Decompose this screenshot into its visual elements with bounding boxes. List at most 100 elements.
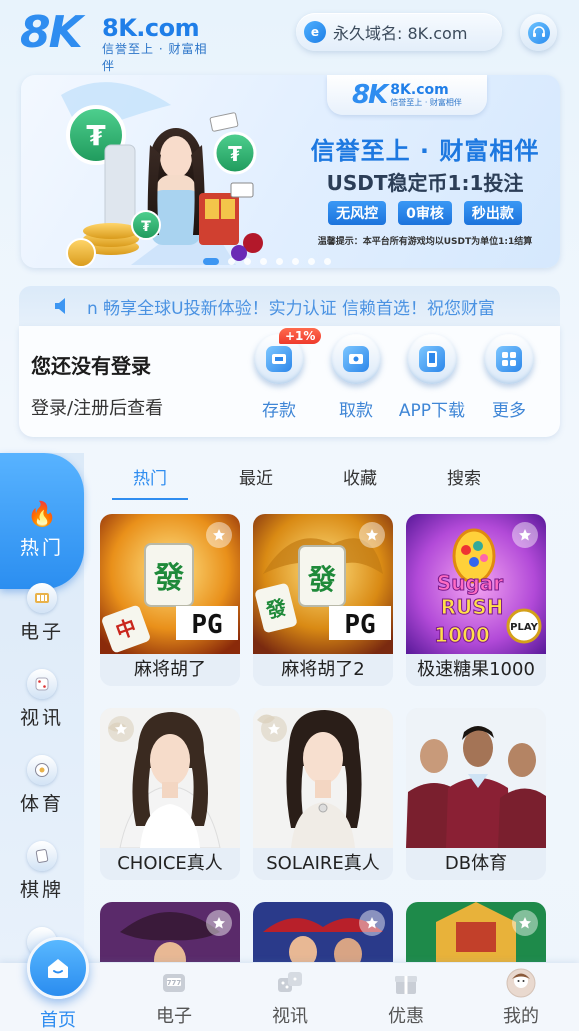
category-label: 视讯 [19,707,64,729]
banner-subline: USDT稳定币1:1投注 [326,171,524,195]
deposit-button[interactable]: +1% 存款 [244,328,322,434]
browser-e-icon: e [304,21,326,43]
brand-logo[interactable]: 8K 8K.com 信誉至上 · 财富相伴 [20,8,220,74]
category-slots[interactable]: 电子 [0,577,84,657]
app-download-icon [419,346,445,372]
favorite-star-icon[interactable] [512,910,538,936]
game-thumbnail [406,708,546,848]
svg-text:1000: 1000 [434,623,490,647]
bottom-tab-promotions[interactable]: 优惠 [361,963,451,1031]
svg-text:發: 發 [153,561,184,596]
logo-slogan: 信誉至上 · 财富相伴 [102,42,208,73]
category-hot[interactable]: 🔥 热门 [0,453,84,589]
deposit-icon [266,346,292,372]
game-name: 麻将胡了2 [253,654,393,686]
app-download-button[interactable]: APP下载 [395,334,469,434]
game-name: 极速糖果1000 [406,654,546,686]
svg-text:₮: ₮ [86,119,106,152]
banner-dot[interactable] [292,258,299,265]
account-card: 您还没有登录 登录/注册后查看 +1% 存款 取款 APP下载 更多 [19,326,560,437]
game-name: CHOICE真人 [100,848,240,880]
svg-text:Sugar: Sugar [437,571,503,595]
more-label: 更多 [492,401,526,421]
customer-service-button[interactable] [520,14,557,51]
cards-icon [27,841,57,871]
more-button[interactable]: 更多 [474,334,544,434]
banner-logo: 8K 8K.com 信誉至上 · 财富相伴 [327,75,487,115]
bottom-tab-label: 首页 [40,1010,76,1031]
bottom-tab-label: 我的 [503,1006,539,1027]
bottom-tab-slots[interactable]: 777 电子 [129,963,219,1031]
game-card-choice-live[interactable]: CHOICE真人 [100,708,240,880]
favorite-star-icon[interactable] [359,910,385,936]
game-name: SOLAIRE真人 [253,848,393,880]
banner-dot[interactable] [276,258,283,265]
withdraw-button[interactable]: 取款 [321,334,391,434]
game-name: 麻将胡了 [100,654,240,686]
category-cards[interactable]: 棋牌 [0,835,84,915]
announcement-marquee[interactable]: n 畅享全球U投新体验！实力认证 信赖首选！祝您财富 [19,286,560,326]
favorite-star-icon[interactable] [512,522,538,548]
banner-dot[interactable] [228,258,235,265]
announcement-text: n 畅享全球U投新体验！实力认证 信赖首选！祝您财富 [87,298,496,319]
game-card-partial[interactable] [100,902,240,962]
favorite-star-icon[interactable] [108,716,134,742]
withdraw-icon [343,346,369,372]
bottom-tab-live[interactable]: 视讯 [245,963,335,1031]
tab-favorites[interactable]: 收藏 [310,464,410,489]
favorite-star-icon[interactable] [206,522,232,548]
dice-icon [274,967,306,999]
banner-logo-slogan: 信誉至上 · 财富相伴 [390,97,462,107]
svg-text:發: 發 [307,563,336,596]
category-sports[interactable]: 体育 [0,749,84,829]
game-tabs: 热门 最近 收藏 搜索 [98,458,518,500]
banner-dot-active[interactable] [203,258,219,265]
domain-label: 永久域名: 8K.com [333,24,468,43]
banner-dot[interactable] [260,258,267,265]
game-card-partial[interactable] [406,902,546,962]
dice-icon [27,669,57,699]
withdraw-label: 取款 [339,401,373,421]
tab-recent[interactable]: 最近 [206,464,306,489]
game-card-mahjong-ways[interactable]: 發 中 PG 麻将胡了 [100,514,240,686]
deposit-bonus-badge: +1% [279,328,322,344]
login-register-link[interactable]: 登录/注册后查看 [31,394,163,420]
promo-banner[interactable]: ₮ ₮ ₮ 8K 8K.com 信誉至上 · 财富相伴 信誉至上 · 财富相伴 … [21,75,560,268]
game-card-sugar-rush[interactable]: Sugar RUSH 1000 PLAY 极速糖果1000 [406,514,546,686]
fire-icon: 🔥 [27,500,57,528]
category-live[interactable]: 视讯 [0,663,84,743]
bottom-tab-profile[interactable]: 我的 [476,963,566,1031]
game-card-mahjong-ways-2[interactable]: 發 發 PG 麻将胡了2 [253,514,393,686]
gift-icon [390,967,422,999]
category-label: 电子 [19,621,64,643]
favorite-star-icon[interactable] [359,522,385,548]
banner-tag: 无风控 [328,201,387,225]
login-status-title[interactable]: 您还没有登录 [31,350,151,379]
ball-icon [27,755,57,785]
favorite-star-icon[interactable] [206,910,232,936]
home-icon [48,959,68,978]
banner-note: 温馨提示：本平台所有游戏均以USDT为单位1:1结算 [317,237,533,247]
tab-hot[interactable]: 热门 [100,464,200,489]
permanent-domain-pill[interactable]: e 永久域名: 8K.com [296,13,502,51]
logo-domain: 8K.com [102,14,200,42]
home-button[interactable] [27,937,89,999]
bottom-tab-label: 视讯 [272,1006,308,1027]
slot-icon [27,583,57,613]
banner-pagination [203,258,331,265]
banner-dot[interactable] [244,258,251,265]
banner-dot[interactable] [324,258,331,265]
more-icon [496,346,522,372]
banner-tag: 秒出款 [463,201,522,225]
pg-logo-text: PG [344,610,375,640]
tab-search[interactable]: 搜索 [414,464,514,489]
category-sidebar: 🔥 热门 电子 视讯 体育 棋牌 [0,453,84,963]
game-name: DB体育 [406,848,546,880]
active-tab-indicator [112,498,188,500]
favorite-star-icon[interactable] [261,716,287,742]
game-card-partial[interactable] [253,902,393,962]
banner-dot[interactable] [308,258,315,265]
banner-tag: 0审核 [398,201,452,225]
game-card-db-sports[interactable]: DB体育 [406,708,546,880]
game-card-solaire-live[interactable]: SOLAIRE真人 [253,708,393,880]
